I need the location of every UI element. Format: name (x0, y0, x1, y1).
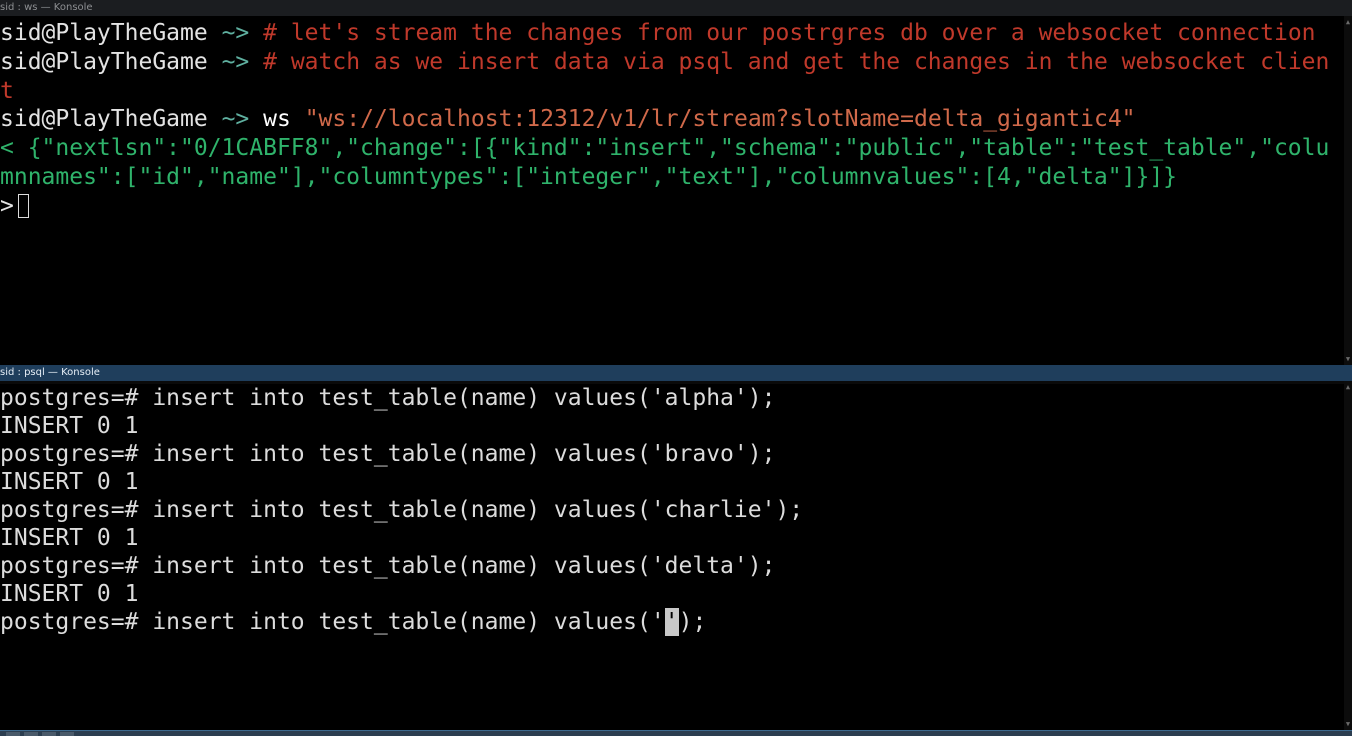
taskbar (0, 730, 1352, 736)
shell-command: ws (263, 106, 291, 133)
shell-comment: # let's stream the changes from our post… (263, 20, 1316, 46)
shell-argument: "ws://localhost:12312/v1/lr/stream?slotN… (304, 106, 1136, 133)
window-title-psql-text: sid : psql — Konsole (0, 367, 100, 378)
psql-line: INSERT 0 1 (0, 469, 139, 495)
window-title-ws: sid : ws — Konsole (0, 0, 1352, 16)
terminal-line: > (0, 192, 1344, 221)
window-title-ws-text: sid : ws — Konsole (0, 2, 93, 13)
terminal-line: sid@PlayTheGame ~> ws "ws://localhost:12… (0, 105, 1344, 134)
scroll-down-icon[interactable]: ▼ (1345, 355, 1351, 363)
terminal-line: t (0, 77, 1344, 106)
taskbar-app-icon[interactable] (6, 732, 20, 736)
text-cursor: ' (664, 608, 679, 636)
prompt-user: sid@PlayTheGame (0, 48, 208, 75)
prompt-arrow: ~> (221, 20, 250, 46)
taskbar-app-icon[interactable] (60, 732, 74, 736)
ws-input-prompt: > (0, 192, 14, 219)
terminal-ws-pane[interactable]: sid@PlayTheGame ~> # let's stream the ch… (0, 19, 1344, 363)
terminal-line: mnnames":["id","name"],"columntypes":["i… (0, 163, 1344, 192)
ws-json-output: mnnames":["id","name"],"columntypes":["i… (0, 163, 1178, 190)
prompt-user: sid@PlayTheGame (0, 20, 208, 46)
psql-line: INSERT 0 1 (0, 525, 139, 551)
ws-json-output: < {"nextlsn":"0/1CABFF8","change":[{"kin… (0, 135, 1330, 162)
psql-input-after: ); (678, 609, 707, 635)
psql-line: postgres=# insert into test_table(name) … (0, 441, 776, 467)
prompt-arrow: ~> (221, 106, 250, 133)
scroll-up-icon[interactable]: ▲ (1345, 383, 1351, 391)
psql-line: INSERT 0 1 (0, 413, 139, 439)
shell-comment-wrap: t (0, 77, 14, 104)
prompt-arrow: ~> (221, 48, 250, 75)
scrollbar-ws[interactable]: ▲ ▼ (1344, 16, 1352, 365)
window-title-psql: sid : psql — Konsole (0, 365, 1352, 381)
scroll-up-icon[interactable]: ▲ (1345, 18, 1351, 26)
taskbar-app-icon[interactable] (24, 732, 38, 736)
terminal-psql-pane[interactable]: postgres=# insert into test_table(name) … (0, 384, 1344, 730)
psql-line: postgres=# insert into test_table(name) … (0, 385, 776, 411)
text-cursor (17, 193, 29, 218)
taskbar-app-icon[interactable] (42, 732, 56, 736)
psql-current-input[interactable]: postgres=# insert into test_table(name) … (0, 608, 1344, 636)
scrollbar-psql[interactable]: ▲ ▼ (1344, 381, 1352, 730)
shell-comment: # watch as we insert data via psql and g… (263, 48, 1330, 75)
psql-line: INSERT 0 1 (0, 581, 139, 607)
terminal-line: < {"nextlsn":"0/1CABFF8","change":[{"kin… (0, 134, 1344, 163)
prompt-user: sid@PlayTheGame (0, 106, 208, 133)
psql-input-before: postgres=# insert into test_table(name) … (0, 609, 665, 635)
scroll-down-icon[interactable]: ▼ (1345, 720, 1351, 728)
terminal-line: sid@PlayTheGame ~> # let's stream the ch… (0, 19, 1344, 48)
psql-line: postgres=# insert into test_table(name) … (0, 553, 776, 579)
terminal-line: sid@PlayTheGame ~> # watch as we insert … (0, 48, 1344, 77)
psql-line: postgres=# insert into test_table(name) … (0, 497, 804, 523)
